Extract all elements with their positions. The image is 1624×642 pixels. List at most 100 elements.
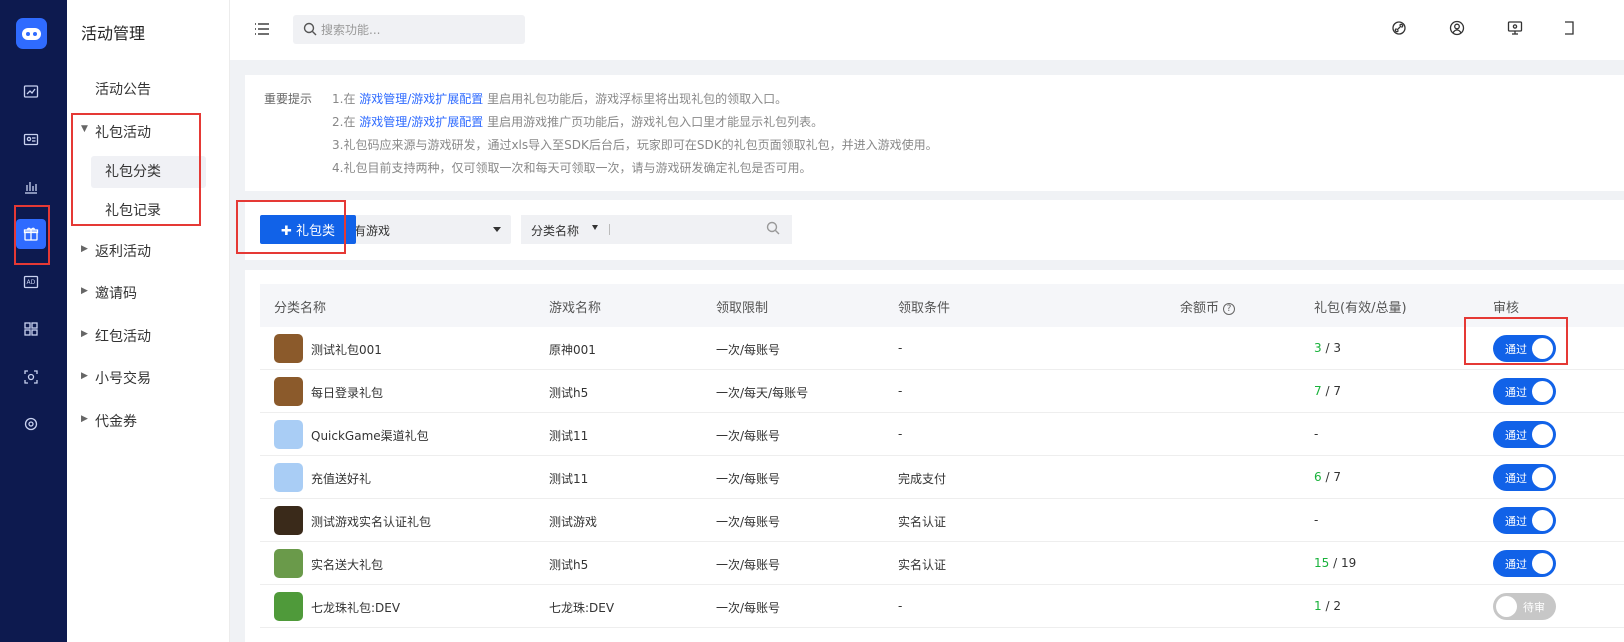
search-input[interactable] — [321, 20, 511, 39]
app-logo-icon[interactable] — [16, 18, 47, 49]
add-button-highlight — [236, 200, 346, 254]
category-search-input[interactable] — [607, 215, 792, 244]
row-name: QuickGame渠道礼包 — [311, 429, 429, 443]
row-name: 每日登录礼包 — [311, 386, 384, 400]
top-bar — [230, 0, 1624, 60]
sidebar-item-invite[interactable]: 邀请码 — [95, 283, 137, 303]
gift-thumbnail — [274, 334, 303, 363]
category-field-select[interactable]: 分类名称 — [521, 215, 607, 244]
review-toggle[interactable]: 待审 — [1493, 593, 1556, 620]
search-icon — [303, 22, 317, 36]
row-condition: - — [898, 341, 903, 355]
row-condition: 完成支付 — [898, 472, 947, 486]
row-gift-count: 15 / 19 — [1314, 556, 1357, 570]
menu-toggle-icon[interactable] — [254, 22, 270, 40]
sidebar-item-rebate[interactable]: 返利活动 — [95, 241, 151, 261]
row-name: 充值送好礼 — [311, 472, 372, 486]
tip-line-4: 4.礼包目前支持两种，仅可领取一次和每天可领取一次，请与游戏研发确定礼包是否可用… — [332, 161, 812, 175]
text-cursor — [609, 224, 610, 235]
dashboard-icon[interactable] — [16, 77, 46, 107]
header-game-name: 游戏名称 — [549, 301, 602, 316]
table-row: QuickGame渠道礼包 测试11 一次/每账号 - - 通过 — [260, 413, 1624, 456]
sidebar-item-voucher[interactable]: 代金券 — [95, 411, 137, 431]
apps-grid-icon[interactable] — [16, 314, 46, 344]
table-row: 每日登录礼包 测试h5 一次/每天/每账号 - 7 / 7 通过 — [260, 370, 1624, 413]
game-select[interactable]: 所有游戏 — [336, 215, 511, 244]
row-limit: 一次/每账号 — [716, 343, 781, 357]
gift-thumbnail — [274, 549, 303, 578]
caret-down-icon — [592, 225, 598, 230]
row-name: 测试礼包001 — [311, 343, 382, 357]
caret-down-icon — [493, 227, 501, 232]
caret-right-icon: ▶ — [81, 371, 88, 381]
header-balance-coin: 余额币? — [1180, 297, 1236, 316]
header-gift-count: 礼包(有效/总量) — [1314, 301, 1407, 316]
sidebar-item-announcement[interactable]: 活动公告 — [95, 79, 151, 99]
nav-rail: AD — [0, 0, 67, 642]
user-card-icon[interactable] — [16, 125, 46, 155]
row-limit: 一次/每账号 — [716, 601, 781, 615]
link-icon[interactable] — [1391, 20, 1407, 40]
row-gift-count: - — [1314, 427, 1319, 441]
header-category-name: 分类名称 — [274, 301, 327, 316]
gift-menu-highlight — [71, 113, 201, 226]
row-limit: 一次/每天/每账号 — [716, 386, 809, 400]
important-tips: 重要提示 1.在 游戏管理/游戏扩展配置 里启用礼包功能后，游戏浮标里将出现礼包… — [245, 75, 1624, 191]
header-review: 审核 — [1493, 301, 1520, 316]
settings-icon[interactable] — [16, 409, 46, 439]
caret-right-icon: ▶ — [81, 329, 88, 339]
tip-line-2: 2.在 游戏管理/游戏扩展配置 里启用游戏推广页功能后，游戏礼包入口里才能显示礼… — [332, 115, 824, 129]
svg-text:AD: AD — [27, 279, 36, 286]
gift-thumbnail — [274, 463, 303, 492]
scan-icon[interactable] — [16, 362, 46, 392]
row-condition: 实名认证 — [898, 558, 947, 572]
gift-thumbnail — [274, 506, 303, 535]
ad-icon[interactable]: AD — [16, 267, 46, 297]
user-account-icon[interactable] — [1449, 20, 1465, 40]
row-name: 实名送大礼包 — [311, 558, 384, 572]
table-row: 测试礼包001 原神001 一次/每账号 - 3 / 3 通过 — [260, 327, 1624, 370]
review-toggle[interactable]: 通过 — [1493, 507, 1556, 534]
table-row: 测试游戏实名认证礼包 测试游戏 一次/每账号 实名认证 - 通过 — [260, 499, 1624, 542]
gift-nav-highlight — [14, 205, 50, 265]
row-condition: - — [898, 427, 903, 441]
search-icon[interactable] — [766, 221, 780, 235]
category-select-value: 分类名称 — [531, 224, 580, 238]
panel-icon[interactable] — [1564, 20, 1574, 40]
row-name: 测试游戏实名认证礼包 — [311, 515, 432, 529]
row-game: 测试游戏 — [549, 515, 598, 529]
sidebar-item-redpack[interactable]: 红包活动 — [95, 326, 151, 346]
monitor-icon[interactable] — [1507, 20, 1523, 40]
review-toggle[interactable]: 通过 — [1493, 550, 1556, 577]
table-header: 分类名称 游戏名称 领取限制 领取条件 余额币? 礼包(有效/总量) 审核 — [260, 284, 1624, 327]
caret-right-icon: ▶ — [81, 414, 88, 424]
review-toggle[interactable]: 通过 — [1493, 421, 1556, 448]
row-limit: 一次/每账号 — [716, 515, 781, 529]
review-toggle-highlight — [1464, 317, 1568, 365]
row-game: 原神001 — [549, 343, 596, 357]
header-claim-condition: 领取条件 — [898, 301, 951, 316]
caret-right-icon: ▶ — [81, 244, 88, 254]
row-limit: 一次/每账号 — [716, 429, 781, 443]
statistics-icon[interactable] — [16, 172, 46, 202]
gift-category-table: 分类名称 游戏名称 领取限制 领取条件 余额币? 礼包(有效/总量) 审核 测试… — [245, 270, 1624, 642]
row-limit: 一次/每账号 — [716, 558, 781, 572]
caret-right-icon: ▶ — [81, 286, 88, 296]
game-config-link[interactable]: 游戏管理/游戏扩展配置 — [359, 115, 483, 129]
sidebar: 活动管理 活动公告 ▼ 礼包活动 礼包分类 礼包记录 ▶ 返利活动 ▶ 邀请码 … — [67, 0, 230, 642]
review-toggle[interactable]: 通过 — [1493, 378, 1556, 405]
game-config-link[interactable]: 游戏管理/游戏扩展配置 — [359, 92, 483, 106]
sidebar-item-alt-trade[interactable]: 小号交易 — [95, 368, 151, 388]
review-toggle[interactable]: 通过 — [1493, 464, 1556, 491]
sidebar-title: 活动管理 — [81, 24, 146, 43]
row-condition: 实名认证 — [898, 515, 947, 529]
header-claim-limit: 领取限制 — [716, 301, 769, 316]
row-gift-count: 3 / 3 — [1314, 341, 1341, 355]
gift-thumbnail — [274, 592, 303, 621]
row-game: 测试11 — [549, 429, 589, 443]
help-icon[interactable]: ? — [1223, 303, 1236, 315]
row-game: 七龙珠:DEV — [549, 601, 615, 615]
row-gift-count: - — [1314, 513, 1319, 527]
row-game: 测试h5 — [549, 386, 589, 400]
row-condition: - — [898, 599, 903, 613]
